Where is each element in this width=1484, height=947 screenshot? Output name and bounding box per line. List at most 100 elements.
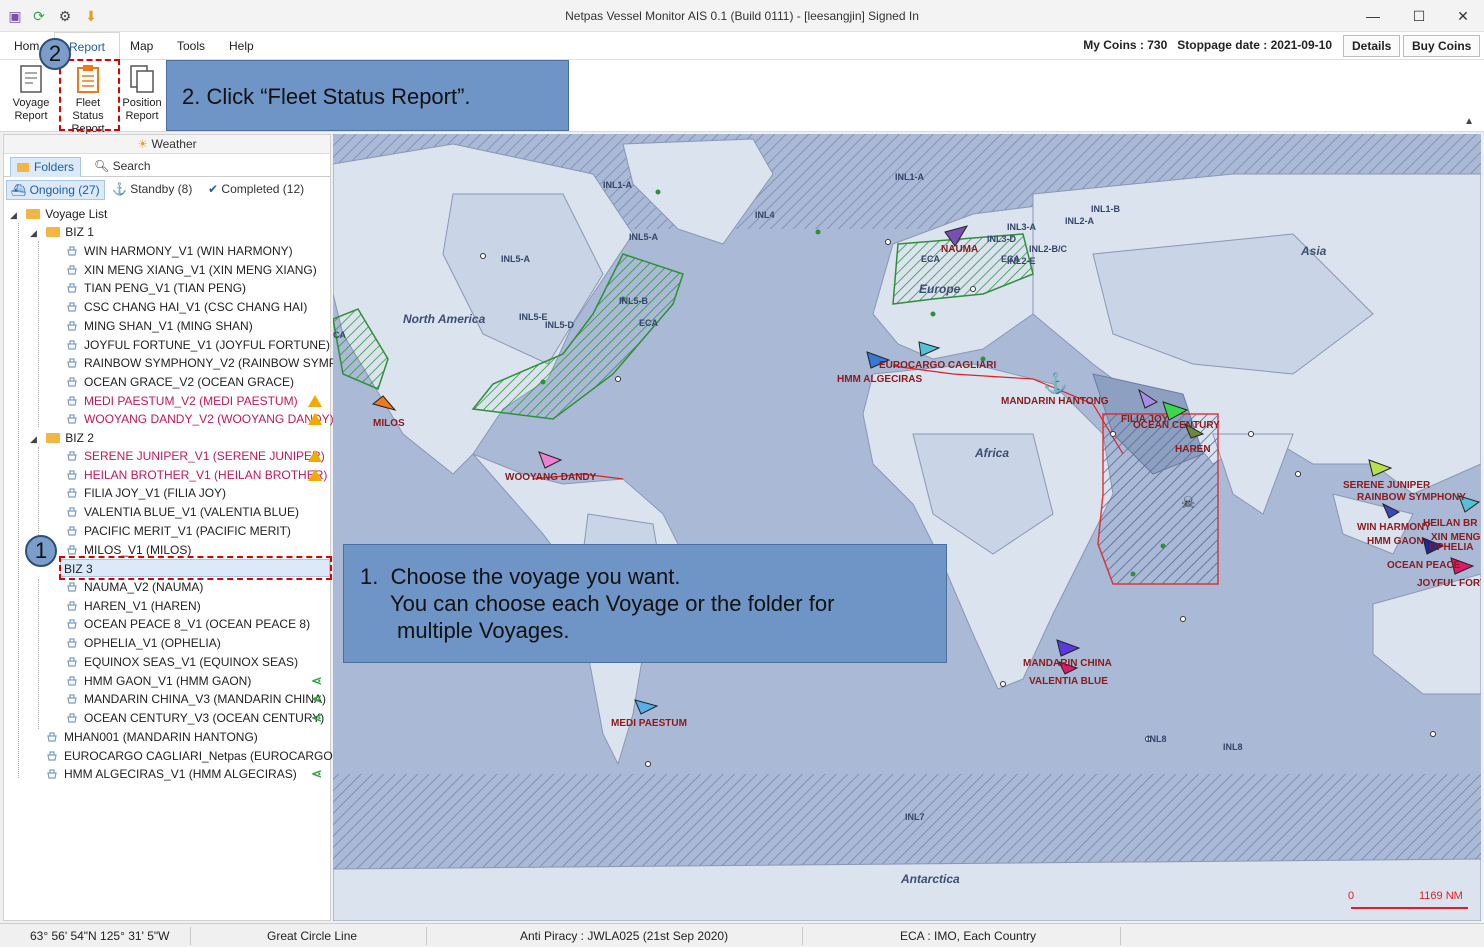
voyage-item[interactable]: XIN MENG XIANG_V1 (XIN MENG XIANG): [66, 261, 326, 279]
voyage-item[interactable]: OCEAN PEACE 8_V1 (OCEAN PEACE 8): [66, 615, 326, 633]
world-map[interactable]: ⚓ ☠ North America Africa Europe Asia Ant…: [333, 134, 1481, 921]
tree-root[interactable]: ◢ Voyage List: [10, 205, 107, 223]
position-report-label-2: Report: [125, 110, 159, 122]
details-button[interactable]: Details: [1343, 35, 1401, 57]
voyage-item[interactable]: OPHELIA_V1 (OPHELIA): [66, 634, 326, 652]
position-report-button[interactable]: Position Report: [116, 64, 168, 123]
voyage-item[interactable]: PACIFIC MERIT_V1 (PACIFIC MERIT): [66, 522, 326, 540]
voyage-item[interactable]: OCEAN GRACE_V2 (OCEAN GRACE): [66, 373, 326, 391]
buy-coins-button[interactable]: Buy Coins: [1403, 35, 1481, 57]
zone-label: INL2-E: [1007, 256, 1036, 266]
voyage-item[interactable]: EUROCARGO CAGLIARI_Netpas (EUROCARGO CAG…: [46, 747, 372, 765]
minimize-button[interactable]: —: [1350, 0, 1396, 32]
voyage-item[interactable]: HMM GAON_V1 (HMM GAON) ⋖: [66, 672, 326, 690]
warning-icon[interactable]: [308, 394, 322, 407]
voyage-item[interactable]: FILIA JOY_V1 (FILIA JOY): [66, 484, 326, 502]
vessel-label[interactable]: OCEAN CENTURY: [1133, 420, 1220, 431]
vessel-label[interactable]: RAINBOW SYMPHONY: [1357, 492, 1466, 503]
ship-outline-icon: [66, 394, 78, 406]
vessel-label[interactable]: HMM ALGECIRAS: [837, 374, 922, 385]
vessel-label[interactable]: HEILAN BR: [1423, 518, 1477, 529]
vessel-label[interactable]: JOYFUL FORT: [1417, 578, 1481, 589]
voyage-item[interactable]: RAINBOW SYMPHONY_V2 (RAINBOW SYMPH...: [66, 354, 355, 372]
zone-label: INL5-A: [629, 232, 658, 242]
tree-folder-biz2[interactable]: ◢ BIZ 2: [30, 429, 94, 447]
share-icon[interactable]: ⋖: [311, 690, 322, 708]
voyage-item-label: JOYFUL FORTUNE_V1 (JOYFUL FORTUNE): [84, 337, 331, 352]
voyage-item[interactable]: WIN HARMONY_V1 (WIN HARMONY): [66, 242, 326, 260]
vessel-label[interactable]: VALENTIA BLUE: [1029, 676, 1108, 687]
tree-folder-biz1[interactable]: ◢ BIZ 1: [30, 223, 94, 241]
maximize-button[interactable]: ☐: [1396, 0, 1442, 32]
zone-label: INL1-A: [895, 172, 924, 182]
tab-search[interactable]: 🔍︎ Search: [88, 157, 157, 177]
menu-help[interactable]: Help: [229, 39, 254, 53]
voyage-item[interactable]: MEDI PAESTUM_V2 (MEDI PAESTUM): [66, 392, 326, 410]
share-icon[interactable]: ⋖: [311, 672, 322, 690]
voyage-item[interactable]: TIAN PENG_V1 (TIAN PENG): [66, 279, 326, 297]
voyage-report-label-2: Report: [14, 110, 48, 122]
voyage-item[interactable]: WOOYANG DANDY_V2 (WOOYANG DANDY): [66, 410, 334, 428]
vessel-label[interactable]: MILOS: [373, 418, 405, 429]
voyage-report-button[interactable]: Voyage Report: [5, 64, 57, 123]
status-divider: [190, 927, 191, 945]
voyage-item[interactable]: JOYFUL FORTUNE_V1 (JOYFUL FORTUNE): [66, 336, 330, 354]
voyage-item[interactable]: HMM ALGECIRAS_V1 (HMM ALGECIRAS) ⋖: [46, 765, 326, 783]
vessel-label[interactable]: OCEAN PEACE: [1387, 560, 1460, 571]
vessel-label[interactable]: WIN HARMONY: [1357, 522, 1431, 533]
ship-outline-icon: [46, 749, 58, 761]
vessel-label[interactable]: MANDARIN HANTONG: [1001, 396, 1109, 407]
voyage-item-label: XIN MENG XIANG_V1 (XIN MENG XIANG): [84, 262, 317, 277]
vessel-label[interactable]: XIN MENG XI: [1431, 532, 1481, 543]
menu-tools[interactable]: Tools: [177, 39, 205, 53]
anchor-icon: ⚓: [112, 182, 127, 196]
close-button[interactable]: ✕: [1440, 0, 1484, 32]
voyage-item[interactable]: NAUMA_V2 (NAUMA): [66, 578, 326, 596]
voyage-item[interactable]: EQUINOX SEAS_V1 (EQUINOX SEAS): [66, 653, 326, 671]
voyage-item[interactable]: MANDARIN CHINA_V3 (MANDARIN CHINA) ⋖: [66, 690, 326, 708]
coins-status: My Coins : 730 Stoppage date : 2021-09-1…: [1083, 38, 1332, 52]
share-icon[interactable]: ⋖: [311, 765, 322, 783]
voyage-item-label: HEILAN BROTHER_V1 (HEILAN BROTHER): [84, 467, 328, 482]
weather-bar[interactable]: ☀ Weather: [4, 135, 330, 154]
folder-biz2-label: BIZ 2: [65, 431, 94, 445]
cursor-coordinates: 63° 56' 54"N 125° 31' 5"W: [30, 929, 170, 943]
voyage-item[interactable]: CSC CHANG HAI_V1 (CSC CHANG HAI): [66, 298, 326, 316]
vessel-label[interactable]: HMM GAON: [1367, 536, 1424, 547]
vessel-label[interactable]: MANDARIN CHINA: [1023, 658, 1112, 669]
voyage-item[interactable]: HAREN_V1 (HAREN): [66, 597, 326, 615]
vessel-label[interactable]: OPHELIA: [1429, 542, 1473, 553]
warning-icon[interactable]: [308, 413, 322, 426]
vessel-label[interactable]: SERENE JUNIPER: [1343, 480, 1430, 491]
voyage-item-label: SERENE JUNIPER_V1 (SERENE JUNIPER): [84, 449, 325, 463]
voyage-item[interactable]: MING SHAN_V1 (MING SHAN): [66, 317, 326, 335]
share-icon[interactable]: ⋖: [311, 709, 322, 727]
menu-map[interactable]: Map: [130, 39, 153, 53]
warning-icon[interactable]: [308, 468, 322, 481]
search-icon: 🔍︎: [94, 159, 110, 173]
warning-icon[interactable]: [308, 450, 322, 462]
vessel-label[interactable]: HAREN: [1175, 444, 1211, 455]
voyage-item[interactable]: OCEAN CENTURY_V3 (OCEAN CENTURY) ⋖: [66, 709, 326, 727]
filter-standby[interactable]: ⚓ Standby (8): [108, 180, 196, 200]
tab-folders[interactable]: Folders: [10, 157, 82, 177]
collapse-triangle-icon[interactable]: ◢: [30, 228, 37, 238]
voyage-item[interactable]: MHAN001 (MANDARIN HANTONG): [46, 728, 326, 746]
vessel-label[interactable]: MEDI PAESTUM: [611, 718, 687, 729]
filter-completed[interactable]: ✔ Completed (12): [204, 180, 308, 200]
ship-outline-icon: [66, 281, 78, 293]
voyage-item[interactable]: VALENTIA BLUE_V1 (VALENTIA BLUE): [66, 503, 326, 521]
vessel-label[interactable]: EUROCARGO CAGLIARI: [879, 360, 996, 371]
vessel-label[interactable]: WOOYANG DANDY: [505, 472, 596, 483]
collapse-triangle-icon[interactable]: ◢: [10, 210, 17, 220]
zone-label: INL5-D: [545, 320, 574, 330]
vessel-label[interactable]: NAUMA: [941, 244, 978, 255]
voyage-item[interactable]: HEILAN BROTHER_V1 (HEILAN BROTHER): [66, 466, 328, 484]
route-mode[interactable]: Great Circle Line: [267, 929, 357, 943]
filter-ongoing[interactable]: ⛴ Ongoing (27): [6, 180, 105, 200]
voyage-item[interactable]: SERENE JUNIPER_V1 (SERENE JUNIPER): [66, 447, 326, 465]
ship-outline-icon: [66, 375, 78, 387]
collapse-triangle-icon[interactable]: ◢: [30, 434, 37, 444]
menu-home[interactable]: Hom: [14, 39, 39, 53]
collapse-ribbon-icon[interactable]: ▲: [1464, 116, 1474, 127]
